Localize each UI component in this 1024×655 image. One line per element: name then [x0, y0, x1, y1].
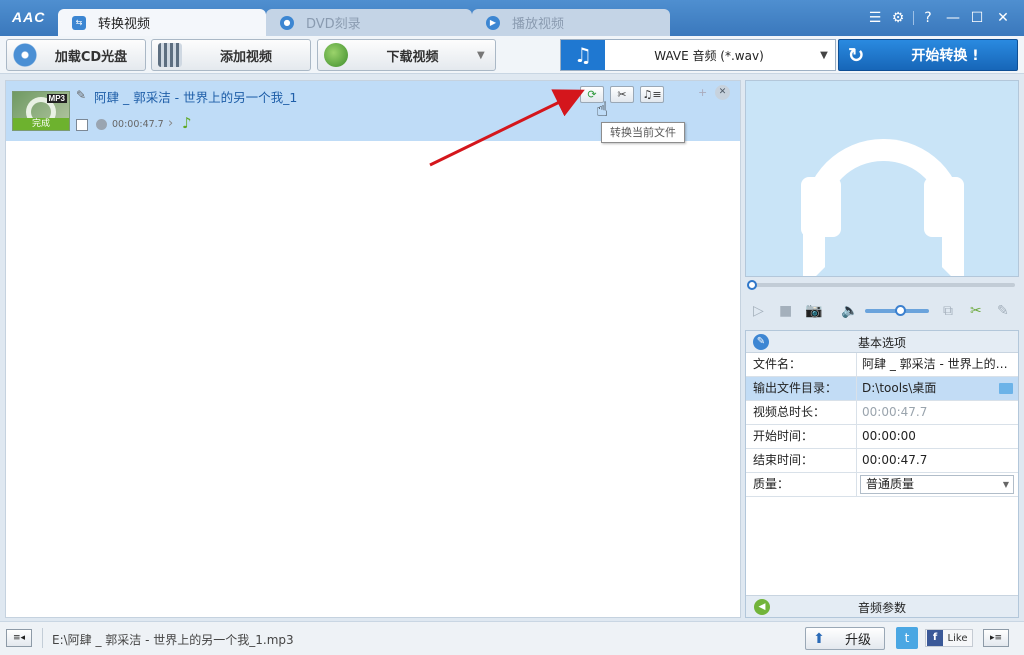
- load-cd-button[interactable]: 加载CD光盘: [6, 39, 146, 71]
- wrench-icon[interactable]: ✎: [997, 303, 1009, 319]
- property-key: 开始时间：: [746, 425, 857, 448]
- properties-panel: ✎ 基本选项 文件名： 阿肆 _ 郭采洁 - 世界上的… 输出文件目录： D:\too…: [745, 330, 1019, 618]
- property-value: 00:00:00: [857, 425, 1018, 448]
- copy-icon[interactable]: ⧉: [943, 303, 953, 319]
- file-list: MP3 完成 ✎ 阿肆 _ 郭采洁 - 世界上的另一个我_1 00:00:47.…: [5, 80, 741, 618]
- expand-panel-button[interactable]: ▸≡: [983, 629, 1009, 647]
- property-value: 00:00:47.7: [857, 449, 1018, 472]
- toolbar: 加载CD光盘 添加视频 下载视频 ▼ ♫ WAVE 音频 (*.wav) ▼ ↻…: [0, 36, 1024, 74]
- chevron-down-icon: ▼: [1002, 480, 1009, 489]
- tab-play-video[interactable]: ▶ 播放视频: [472, 9, 670, 36]
- property-row-quality: 质量： 普通质量 ▼: [746, 473, 1018, 497]
- camera-icon[interactable]: 📷: [805, 303, 822, 319]
- property-row[interactable]: 开始时间： 00:00:00: [746, 425, 1018, 449]
- chevron-down-icon: ▼: [820, 49, 828, 61]
- property-value-text: 00:00:47.7: [862, 453, 928, 467]
- quality-select[interactable]: 普通质量 ▼: [860, 475, 1014, 494]
- scissors-icon[interactable]: ✂: [970, 303, 982, 319]
- maximize-icon[interactable]: ☐: [968, 9, 986, 27]
- property-row[interactable]: 视频总时长： 00:00:47.7: [746, 401, 1018, 425]
- output-format-select[interactable]: ♫ WAVE 音频 (*.wav) ▼: [560, 39, 836, 71]
- download-video-button[interactable]: 下载视频 ▼: [317, 39, 496, 71]
- audio-params-header[interactable]: ◀ 音频参数: [746, 595, 1018, 617]
- property-rows: 文件名： 阿肆 _ 郭采洁 - 世界上的… 输出文件目录： D:\tools\桌面 视频…: [746, 353, 1018, 473]
- music-note-icon: ♫: [561, 40, 605, 70]
- disc-icon: ●: [280, 15, 294, 30]
- play-icon[interactable]: ▷: [753, 303, 764, 319]
- gear-icon[interactable]: ⚙: [889, 9, 907, 27]
- help-icon[interactable]: ?: [919, 9, 937, 27]
- convert-icon: ⇆: [72, 15, 86, 30]
- property-row[interactable]: 输出文件目录： D:\tools\桌面: [746, 377, 1018, 401]
- property-value: 普通质量 ▼: [857, 473, 1018, 496]
- preview-pane: [745, 80, 1019, 277]
- status-file-path: E:\阿肆 _ 郭采洁 - 世界上的另一个我_1.mp3: [52, 633, 294, 647]
- start-convert-label: 开始转换 !: [911, 48, 979, 64]
- tab-dvd-burn-label: DVD刻录: [306, 17, 361, 32]
- property-value-text: D:\tools\桌面: [862, 381, 937, 395]
- facebook-like-button[interactable]: f Like: [925, 629, 973, 647]
- headphone-left-cup: [801, 177, 841, 237]
- stop-icon[interactable]: ■: [779, 303, 792, 319]
- app-logo: AAC: [12, 9, 46, 25]
- title-bar: AAC ⇆ 转换视频 ● DVD刻录 ▶ 播放视频 ☰ ⚙ ? — ☐ ✕: [0, 0, 1024, 36]
- twitter-icon[interactable]: t: [896, 627, 918, 649]
- facebook-icon: f: [927, 630, 943, 646]
- property-row[interactable]: 文件名： 阿肆 _ 郭采洁 - 世界上的…: [746, 353, 1018, 377]
- load-cd-label: 加载CD光盘: [54, 49, 128, 65]
- tab-convert-video[interactable]: ⇆ 转换视频: [58, 9, 266, 36]
- list-toggle-button[interactable]: ≡◂: [6, 629, 32, 647]
- seek-slider[interactable]: [745, 280, 1019, 290]
- folder-icon[interactable]: [999, 383, 1013, 394]
- status-bar: ≡◂ E:\阿肆 _ 郭采洁 - 世界上的另一个我_1.mp3 ⬆ 升级 t f…: [0, 621, 1024, 655]
- upgrade-label: 升级: [844, 633, 871, 648]
- seek-handle[interactable]: [747, 280, 757, 290]
- property-value: D:\tools\桌面: [857, 377, 1018, 400]
- property-value-text: 00:00:00: [862, 429, 916, 443]
- tab-convert-video-label: 转换视频: [98, 17, 151, 32]
- annotation-arrow: [429, 89, 585, 167]
- basic-options-label: 基本选项: [857, 336, 906, 350]
- add-video-button[interactable]: 添加视频: [151, 39, 311, 71]
- like-label: Like: [947, 632, 968, 644]
- download-video-label: 下载视频: [386, 49, 439, 65]
- cd-icon: [13, 43, 37, 67]
- volume-icon[interactable]: 🔈: [841, 303, 858, 319]
- headphone-right-cup: [924, 177, 964, 237]
- add-video-label: 添加视频: [219, 49, 272, 65]
- quality-value: 普通质量: [866, 477, 915, 491]
- divider: [913, 11, 914, 25]
- output-format-value: WAVE 音频 (*.wav): [654, 48, 764, 63]
- arrow-up-icon: ⬆: [813, 630, 825, 647]
- property-value-text: 00:00:47.7: [862, 405, 928, 419]
- property-key: 结束时间：: [746, 449, 857, 472]
- chevron-down-icon[interactable]: ▼: [477, 50, 491, 61]
- menu-icon[interactable]: ☰: [866, 9, 884, 27]
- refresh-icon: ↻: [847, 43, 865, 67]
- tab-play-video-label: 播放视频: [512, 17, 565, 32]
- property-value-text: 阿肆 _ 郭采洁 - 世界上的…: [862, 357, 1008, 371]
- player-controls: ▷ ■ 📷 🔈 ⧉ ✂ ✎: [745, 296, 1019, 326]
- minimize-icon[interactable]: —: [944, 9, 962, 27]
- close-icon[interactable]: ✕: [994, 9, 1012, 27]
- play-circle-icon: ▶: [486, 15, 500, 30]
- divider: [42, 628, 43, 648]
- property-row[interactable]: 结束时间： 00:00:47.7: [746, 449, 1018, 473]
- property-value: 00:00:47.7: [857, 401, 1018, 424]
- upgrade-button[interactable]: ⬆ 升级: [805, 627, 885, 650]
- basic-options-header[interactable]: ✎ 基本选项: [746, 331, 1018, 353]
- volume-handle[interactable]: [895, 305, 907, 316]
- tab-dvd-burn[interactable]: ● DVD刻录: [266, 9, 472, 36]
- film-icon: [158, 43, 182, 67]
- audio-params-label: 音频参数: [857, 601, 906, 615]
- seek-track: [749, 283, 1015, 287]
- globe-icon: [324, 43, 348, 67]
- property-key: 文件名：: [746, 353, 857, 376]
- property-key: 输出文件目录：: [746, 377, 857, 400]
- property-value: 阿肆 _ 郭采洁 - 世界上的…: [857, 353, 1018, 376]
- start-convert-button[interactable]: ↻ 开始转换 !: [838, 39, 1018, 71]
- property-key: 视频总时长：: [746, 401, 857, 424]
- property-key: 质量：: [746, 473, 857, 496]
